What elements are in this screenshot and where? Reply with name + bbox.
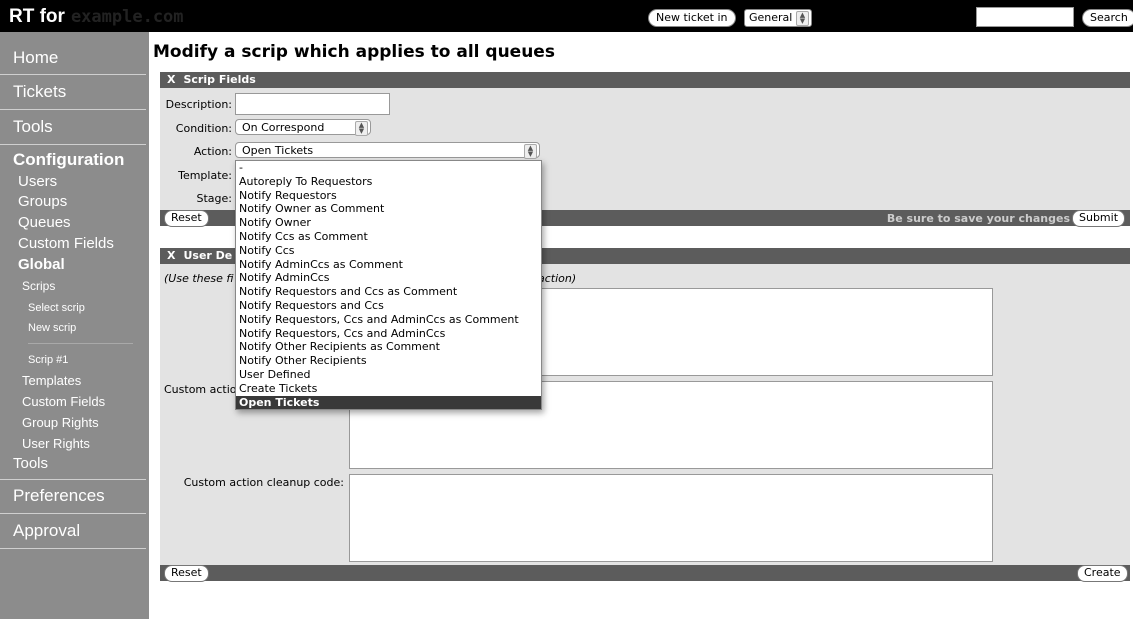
site-brand[interactable]: RT for example.com (9, 6, 184, 28)
dropdown-option[interactable]: Open Tickets (236, 395, 541, 410)
action-label: Action: (193, 145, 232, 158)
dropdown-option[interactable]: User Defined (236, 368, 541, 382)
search-button[interactable]: Search (1082, 9, 1133, 27)
dropdown-option[interactable]: Notify Owner (236, 216, 541, 230)
queue-select[interactable]: General ▲ ▼ (744, 9, 812, 27)
scrip-fields-header[interactable]: X Scrip Fields (160, 72, 1130, 88)
submit-button[interactable]: Submit (1072, 210, 1126, 227)
nav-preferences[interactable]: Preferences (13, 486, 105, 506)
nav-select-scrip[interactable]: Select scrip (28, 302, 85, 314)
nav-divider (0, 479, 146, 480)
dropdown-option[interactable]: Notify Other Recipients (236, 354, 541, 368)
select-arrows-icon: ▲ ▼ (796, 11, 809, 26)
nav-global-custom-fields[interactable]: Custom Fields (22, 394, 105, 409)
hint-right: action) (538, 272, 577, 285)
dropdown-option[interactable]: Notify Owner as Comment (236, 202, 541, 216)
condition-select[interactable]: On Correspond ▲ ▼ (235, 119, 371, 136)
nav-custom-fields[interactable]: Custom Fields (18, 235, 114, 252)
nav-global-tools[interactable]: Tools (13, 455, 48, 472)
dropdown-option[interactable]: Notify Other Recipients as Comment (236, 340, 541, 354)
reset-button-2[interactable]: Reset (164, 565, 209, 582)
select-arrows-icon: ▲ ▼ (524, 144, 537, 159)
top-bar: RT for example.com New ticket in General … (0, 0, 1133, 32)
dropdown-option[interactable]: Notify Requestors and Ccs as Comment (236, 285, 541, 299)
action-select-value: Open Tickets (242, 144, 314, 157)
nav-global[interactable]: Global (18, 256, 65, 273)
condition-label: Condition: (175, 122, 232, 135)
reset-button[interactable]: Reset (164, 210, 209, 227)
nav-divider (28, 343, 133, 344)
nav-scrips[interactable]: Scrips (22, 279, 55, 293)
nav-divider (0, 144, 146, 145)
dropdown-option[interactable]: Notify Ccs as Comment (236, 230, 541, 244)
custom-action-cleanup-code[interactable] (349, 474, 993, 562)
custom-action-prep-label: Custom actio (164, 383, 237, 396)
nav-scrip-1[interactable]: Scrip #1 (28, 354, 68, 366)
create-button[interactable]: Create (1077, 565, 1128, 582)
collapse-icon[interactable]: X (167, 73, 175, 86)
save-changes-note: Be sure to save your changes (886, 212, 1070, 225)
dropdown-option[interactable]: Autoreply To Requestors (236, 175, 541, 189)
nav-templates[interactable]: Templates (22, 373, 81, 388)
page-title: Modify a scrip which applies to all queu… (153, 42, 555, 62)
user-defined-footer (160, 565, 1130, 581)
nav-configuration[interactable]: Configuration (13, 150, 124, 170)
dropdown-option[interactable]: Create Tickets (236, 382, 541, 396)
user-defined-hint: (Use these fi (164, 272, 234, 285)
description-input[interactable] (235, 93, 390, 115)
nav-tickets[interactable]: Tickets (13, 82, 66, 102)
new-ticket-button[interactable]: New ticket in (648, 9, 736, 27)
dropdown-option[interactable]: Notify Requestors and Ccs (236, 299, 541, 313)
collapse-icon[interactable]: X (167, 249, 175, 262)
select-arrows-icon: ▲ ▼ (355, 121, 368, 136)
dropdown-option[interactable]: Notify Ccs (236, 244, 541, 258)
custom-action-cleanup-label: Custom action cleanup code: (183, 476, 344, 489)
description-label: Description: (165, 98, 232, 111)
user-defined-title: User De (183, 249, 233, 262)
nav-approval[interactable]: Approval (13, 521, 80, 541)
sidebar: Home Tickets Tools Configuration Users G… (0, 32, 149, 619)
condition-select-value: On Correspond (242, 121, 325, 134)
queue-select-value: General (749, 11, 793, 24)
nav-divider (0, 74, 146, 75)
dropdown-option[interactable]: Notify AdminCcs (236, 271, 541, 285)
nav-user-rights[interactable]: User Rights (22, 436, 90, 451)
dropdown-option[interactable]: - (236, 161, 541, 175)
dropdown-option[interactable]: Notify Requestors, Ccs and AdminCcs (236, 327, 541, 341)
stage-label: Stage: (196, 192, 233, 205)
brand-host: example.com (70, 7, 184, 27)
nav-users[interactable]: Users (18, 173, 57, 190)
search-input[interactable] (976, 7, 1074, 27)
nav-new-scrip[interactable]: New scrip (28, 322, 76, 334)
nav-queues[interactable]: Queues (18, 214, 71, 231)
hint-left: (Use these fi (164, 272, 234, 285)
brand-prefix: RT for (9, 6, 65, 27)
nav-group-rights[interactable]: Group Rights (22, 415, 99, 430)
template-label: Template: (178, 169, 232, 182)
dropdown-option[interactable]: Notify AdminCcs as Comment (236, 258, 541, 272)
nav-groups[interactable]: Groups (18, 193, 67, 210)
nav-divider (0, 109, 146, 110)
dropdown-option[interactable]: Notify Requestors (236, 189, 541, 203)
nav-divider (0, 548, 146, 549)
nav-tools[interactable]: Tools (13, 117, 53, 137)
scrip-fields-title: Scrip Fields (183, 73, 256, 86)
nav-home[interactable]: Home (13, 48, 58, 68)
action-select[interactable]: Open Tickets ▲ ▼ (235, 142, 540, 159)
action-dropdown-menu[interactable]: - Autoreply To Requestors Notify Requestor… (235, 160, 542, 411)
nav-divider (0, 513, 146, 514)
dropdown-option[interactable]: Notify Requestors, Ccs and AdminCcs as C… (236, 313, 541, 327)
